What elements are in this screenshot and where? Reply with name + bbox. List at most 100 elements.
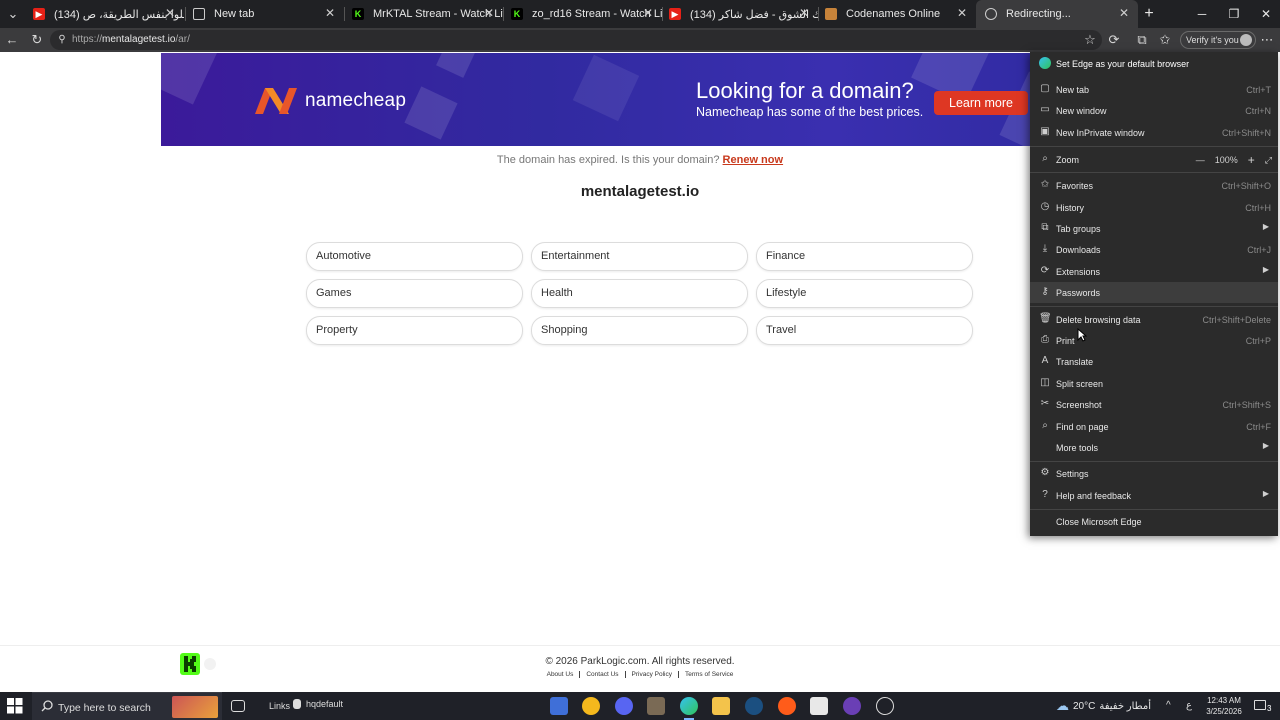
verify-profile-button[interactable]: Verify it's you [1180, 31, 1256, 49]
steam-icon[interactable] [745, 697, 763, 715]
clock[interactable]: 12:43 AM 3/25/2026 [1196, 695, 1252, 717]
menu-help-and-feedback[interactable]: ? Help and feedback ▶ [1030, 485, 1278, 506]
about-us-link[interactable]: About Us [541, 671, 580, 678]
app-icon-11[interactable] [876, 697, 894, 715]
close-icon[interactable]: ✕ [162, 5, 178, 21]
close-icon[interactable]: ✕ [954, 5, 970, 21]
category-shopping[interactable]: Shopping [531, 316, 748, 345]
menu-more-tools[interactable]: More tools ▶ [1030, 437, 1278, 458]
close-icon[interactable]: ✕ [322, 5, 338, 21]
tray-chevron-icon[interactable]: ^ [1166, 700, 1171, 711]
tab-codenames[interactable]: Codenames Online ✕ [816, 0, 976, 28]
namecheap-banner[interactable]: namecheap Looking for a domain? Namechea… [161, 53, 1119, 146]
menu-close-edge[interactable]: Close Microsoft Edge [1030, 511, 1278, 532]
browser-essentials-icon[interactable]: ⧉ [1134, 32, 1150, 48]
app-icon-10[interactable] [843, 697, 861, 715]
weather-widget[interactable]: ☁ 20°C أمطار خفيفة [1056, 698, 1151, 714]
privacy-policy-link[interactable]: Privacy Policy [624, 671, 678, 678]
language-indicator[interactable]: ع [1186, 700, 1192, 711]
discord-icon[interactable] [615, 697, 633, 715]
app-icon-8[interactable] [778, 697, 796, 715]
renew-now-link[interactable]: Renew now [723, 154, 784, 166]
menu-label: New window [1056, 106, 1107, 116]
footer-links: About Us Contact Us Privacy Policy Terms of… [0, 671, 1280, 678]
category-finance[interactable]: Finance [756, 242, 973, 271]
learn-more-button[interactable]: Learn more [934, 91, 1028, 115]
banner-subline: Namecheap has some of the best prices. [696, 105, 924, 119]
app-icon-9[interactable] [810, 697, 828, 715]
edge-icon[interactable] [680, 697, 698, 720]
zoom-controls: — 100% + ⤢ [1196, 153, 1272, 167]
terms-of-service-link[interactable]: Terms of Service [677, 671, 740, 678]
menu-delete-browsing-data[interactable]: 🗑 Delete browsing data Ctrl+Shift+Delete [1030, 309, 1278, 330]
hqdefault-label[interactable]: hqdefault [306, 699, 343, 709]
zoom-in-icon[interactable]: + [1248, 153, 1255, 167]
minimize-icon[interactable]: ─ [1186, 0, 1218, 28]
find-icon: ⌕ [1042, 420, 1048, 431]
restore-icon[interactable]: ❐ [1218, 0, 1250, 28]
menu-new-inprivate-window[interactable]: ▣ New InPrivate window Ctrl+Shift+N [1030, 122, 1278, 143]
menu-find-on-page[interactable]: ⌕ Find on page Ctrl+F [1030, 416, 1278, 437]
category-games[interactable]: Games [306, 279, 523, 308]
category-travel[interactable]: Travel [756, 316, 973, 345]
window-close-icon[interactable]: ✕ [1250, 0, 1280, 28]
menu-extensions[interactable]: ⟳ Extensions ▶ [1030, 261, 1278, 282]
menu-tab-groups[interactable]: ⧉ Tab groups ▶ [1030, 218, 1278, 239]
menu-passwords[interactable]: ⚷ Passwords [1030, 282, 1278, 303]
taskbar-search-box[interactable]: Type here to search [32, 692, 222, 720]
extensions-puzzle-icon[interactable]: ⟳ [1106, 32, 1122, 48]
zoom-out-icon[interactable]: — [1196, 155, 1205, 165]
file-explorer-icon[interactable] [712, 697, 730, 715]
url-host: mentalagetest.io [102, 34, 176, 45]
menu-new-tab[interactable]: ▢ New tab Ctrl+T [1030, 79, 1278, 100]
new-tab-plus-icon[interactable]: + [1133, 0, 1165, 28]
category-property[interactable]: Property [306, 316, 523, 345]
tab-strip: ⌄ ▶ (134) اربعة رحلوا بنفس الطريقة، ص ✕ … [0, 0, 1280, 28]
tab-youtube-2[interactable]: ▶ (134) ضحاك الشوق - فضل شاكر - a ✕ [660, 0, 818, 28]
close-icon[interactable]: ✕ [640, 5, 656, 21]
task-view-icon[interactable] [231, 700, 245, 712]
tab-kick-2[interactable]: K zo_rd16 Stream - Watch Live on Ki ✕ [502, 0, 662, 28]
app-icon-2[interactable] [582, 697, 600, 715]
category-lifestyle[interactable]: Lifestyle [756, 279, 973, 308]
close-icon[interactable]: ✕ [1116, 5, 1132, 21]
category-automotive[interactable]: Automotive [306, 242, 523, 271]
windows-start-icon[interactable] [7, 698, 23, 714]
tab-kick-1[interactable]: K MrKTAL Stream - Watch Live on Ki ✕ [343, 0, 503, 28]
close-icon[interactable]: ✕ [796, 5, 812, 21]
menu-split-screen[interactable]: ◫ Split screen [1030, 373, 1278, 394]
menu-print[interactable]: ⎙ Print Ctrl+P [1030, 330, 1278, 351]
url-text[interactable]: https://mentalagetest.io/ar/ [72, 34, 190, 45]
notification-icon[interactable] [1254, 700, 1266, 710]
menu-new-window[interactable]: ▭ New window Ctrl+N [1030, 100, 1278, 121]
zoom-icon: ⌕ [1042, 153, 1048, 164]
contact-us-link[interactable]: Contact Us [579, 671, 625, 678]
back-icon[interactable]: ← [4, 32, 20, 48]
menu-screenshot[interactable]: ✂ Screenshot Ctrl+Shift+S [1030, 394, 1278, 415]
close-icon[interactable]: ✕ [481, 5, 497, 21]
banner-headline: Looking for a domain? [696, 78, 914, 103]
tab-redirecting[interactable]: Redirecting... ✕ [976, 0, 1138, 28]
address-bar[interactable]: ⚲ https://mentalagetest.io/ar/ ☆ [50, 30, 1102, 50]
menu-settings[interactable]: ⚙ Settings [1030, 463, 1278, 484]
more-options-icon[interactable]: ⋯ [1259, 32, 1275, 48]
site-info-icon[interactable]: ⚲ [54, 32, 70, 48]
category-health[interactable]: Health [531, 279, 748, 308]
tab-youtube-1[interactable]: ▶ (134) اربعة رحلوا بنفس الطريقة، ص ✕ [24, 0, 184, 28]
set-default-browser-banner[interactable]: Set Edge as your default browser [1030, 53, 1278, 74]
menu-history[interactable]: ◷ History Ctrl+H [1030, 197, 1278, 218]
tab-new-tab[interactable]: New tab ✕ [184, 0, 344, 28]
tab-actions-chevron-icon[interactable]: ⌄ [5, 6, 21, 22]
menu-favorites[interactable]: ✩ Favorites Ctrl+Shift+O [1030, 175, 1278, 196]
favorites-bar-icon[interactable]: ✩ [1157, 32, 1173, 48]
app-icon-1[interactable] [550, 697, 568, 715]
url-path: /ar/ [175, 34, 190, 45]
fullscreen-icon[interactable]: ⤢ [1265, 155, 1272, 166]
menu-translate[interactable]: A Translate [1030, 351, 1278, 372]
refresh-icon[interactable]: ↻ [29, 32, 45, 48]
menu-downloads[interactable]: ⤓ Downloads Ctrl+J [1030, 239, 1278, 260]
app-icon-4[interactable] [647, 697, 665, 715]
links-toolbar-label[interactable]: Links [269, 701, 290, 711]
category-entertainment[interactable]: Entertainment [531, 242, 748, 271]
favorite-star-icon[interactable]: ☆ [1082, 32, 1098, 48]
